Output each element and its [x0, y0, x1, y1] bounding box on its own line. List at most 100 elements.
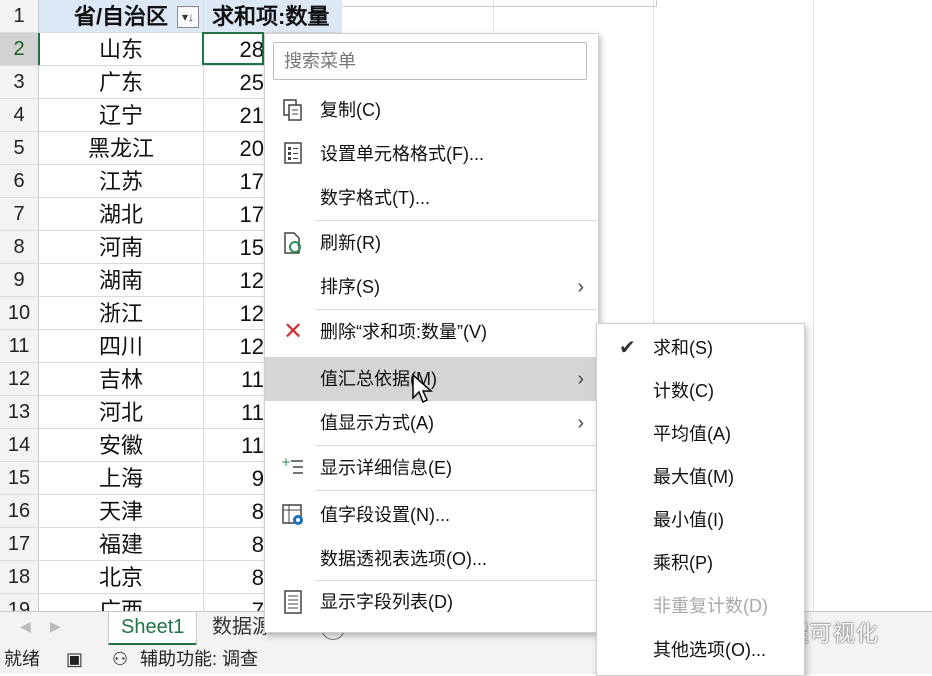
cell-province[interactable]: 河北	[39, 396, 204, 429]
table-row-header: 1 省/自治区 求和项:数量 ▾↓	[0, 0, 932, 33]
menu-item-format-cells[interactable]: 设置单元格格式(F)...	[265, 132, 598, 176]
show-details-icon: +	[281, 455, 305, 480]
cell-quantity[interactable]: 7	[204, 594, 264, 611]
cell-province[interactable]: 河南	[39, 231, 204, 264]
row-number[interactable]: 13	[0, 396, 39, 429]
refresh-icon	[281, 231, 305, 255]
cell-quantity[interactable]: 8	[204, 561, 264, 594]
cell-province[interactable]: 安徽	[39, 429, 204, 462]
row-number[interactable]: 5	[0, 132, 39, 165]
status-ready: 就绪	[4, 649, 40, 669]
cell-quantity[interactable]: 20	[204, 132, 264, 165]
submenu-item-sum[interactable]: ✔ 求和(S)	[597, 327, 804, 370]
cell-quantity[interactable]: 8	[204, 495, 264, 528]
row-number[interactable]: 6	[0, 165, 39, 198]
row-number[interactable]: 18	[0, 561, 39, 594]
cell-quantity[interactable]: 8	[204, 528, 264, 561]
menu-item-show-details[interactable]: + 显示详细信息(E)	[265, 446, 598, 490]
macro-record-icon[interactable]: ▣	[66, 645, 83, 674]
row-number[interactable]: 8	[0, 231, 39, 264]
cell-province[interactable]: 吉林	[39, 363, 204, 396]
row-number[interactable]: 7	[0, 198, 39, 231]
format-cells-icon	[281, 142, 305, 166]
submenu-item-min[interactable]: 最小值(I)	[597, 499, 804, 542]
submenu-item-distinct-count: 非重复计数(D)	[653, 596, 768, 616]
row-number[interactable]: 2	[0, 33, 40, 66]
row-number[interactable]: 3	[0, 66, 39, 99]
cell-province[interactable]: 上海	[39, 462, 204, 495]
menu-item-pivot-options[interactable]: 数据透视表选项(O)...	[265, 537, 598, 581]
cell-province[interactable]: 广西	[39, 594, 204, 611]
submenu-item-count[interactable]: 计数(C)	[597, 370, 804, 413]
cell-quantity[interactable]: 11	[204, 396, 264, 429]
cell-quantity[interactable]: 12	[204, 264, 264, 297]
context-menu: 搜索菜单 复制(C) 设置单元格格式(F)... 数字格式(T)... 刷新(R…	[264, 33, 599, 633]
menu-item-show-field-list[interactable]: 显示字段列表(D)	[265, 580, 598, 624]
cell-quantity[interactable]: 11	[204, 363, 264, 396]
menu-item-sort[interactable]: 排序(S) ›	[265, 265, 598, 309]
row-number[interactable]: 11	[0, 330, 39, 363]
cell-province[interactable]: 北京	[39, 561, 204, 594]
cell-province[interactable]: 湖北	[39, 198, 204, 231]
cell-quantity[interactable]: 11	[204, 429, 264, 462]
row-number[interactable]: 9	[0, 264, 39, 297]
delete-x-icon: ✕	[282, 318, 304, 345]
menu-item-number-format[interactable]: 数字格式(T)...	[265, 176, 598, 220]
svg-text:+: +	[281, 456, 291, 469]
cell-quantity[interactable]: 12	[204, 297, 264, 330]
row-number[interactable]: 10	[0, 297, 39, 330]
field-settings-icon	[281, 503, 305, 527]
filter-sort-icon[interactable]: ▾↓	[177, 6, 199, 28]
menu-item-refresh[interactable]: 刷新(R)	[265, 221, 598, 265]
menu-item-delete-field[interactable]: ✕ 删除“求和项:数量”(V)	[265, 310, 598, 354]
checkmark-icon: ✔	[619, 337, 636, 359]
menu-item-copy[interactable]: 复制(C)	[265, 88, 598, 132]
tab-scroll-left-icon[interactable]: ◀	[20, 618, 31, 635]
menu-separator	[315, 490, 597, 491]
submenu-item-more-options[interactable]: 其他选项(O)...	[597, 629, 804, 672]
cell-quantity[interactable]: 15	[204, 231, 264, 264]
field-list-icon	[281, 590, 305, 614]
menu-search-input[interactable]: 搜索菜单	[273, 42, 587, 80]
cell-province[interactable]: 江苏	[39, 165, 204, 198]
row-number[interactable]: 17	[0, 528, 39, 561]
row-number[interactable]: 14	[0, 429, 39, 462]
tab-sheet1[interactable]: Sheet1	[108, 612, 198, 646]
submenu-item-max[interactable]: 最大值(M)	[597, 456, 804, 499]
cell-province[interactable]: 黑龙江	[39, 132, 204, 165]
accessibility-icon[interactable]: ⚇	[112, 645, 128, 674]
cell-quantity[interactable]: 9	[204, 462, 264, 495]
row-number[interactable]: 1	[0, 0, 39, 33]
summarize-by-submenu: ✔ 求和(S) 计数(C) 平均值(A) 最大值(M) 最小值(I) 乘积(P)…	[596, 323, 805, 676]
cell-province[interactable]: 广东	[39, 66, 204, 99]
cell-quantity[interactable]: 17	[204, 165, 264, 198]
header-sum-quantity[interactable]: 求和项:数量	[204, 0, 342, 33]
row-number[interactable]: 16	[0, 495, 39, 528]
cell-quantity[interactable]: 21	[204, 99, 264, 132]
chevron-right-icon: ›	[577, 276, 584, 298]
cell-province[interactable]: 山东	[39, 33, 204, 66]
mouse-pointer-icon	[412, 374, 433, 404]
cell-quantity[interactable]: 25	[204, 66, 264, 99]
accessibility-status[interactable]: 辅助功能: 调查	[140, 645, 258, 674]
cell-province[interactable]: 福建	[39, 528, 204, 561]
selected-cell-outline	[202, 32, 264, 65]
cell-province[interactable]: 四川	[39, 330, 204, 363]
submenu-item-product[interactable]: 乘积(P)	[597, 542, 804, 585]
tab-scroll-right-icon[interactable]: ▶	[50, 618, 61, 635]
chevron-right-icon: ›	[577, 368, 584, 390]
row-number[interactable]: 19	[0, 594, 39, 611]
row-number[interactable]: 12	[0, 363, 39, 396]
cell-province[interactable]: 辽宁	[39, 99, 204, 132]
cell-province[interactable]: 浙江	[39, 297, 204, 330]
cell-quantity[interactable]: 17	[204, 198, 264, 231]
cell-province[interactable]: 天津	[39, 495, 204, 528]
cell-province[interactable]: 湖南	[39, 264, 204, 297]
row-number[interactable]: 4	[0, 99, 39, 132]
menu-item-show-values-as[interactable]: 值显示方式(A) ›	[265, 401, 598, 445]
row-number[interactable]: 15	[0, 462, 39, 495]
cell-quantity[interactable]: 12	[204, 330, 264, 363]
chevron-right-icon: ›	[577, 412, 584, 434]
submenu-item-average[interactable]: 平均值(A)	[597, 413, 804, 456]
menu-item-value-field-settings[interactable]: 值字段设置(N)...	[265, 493, 598, 537]
